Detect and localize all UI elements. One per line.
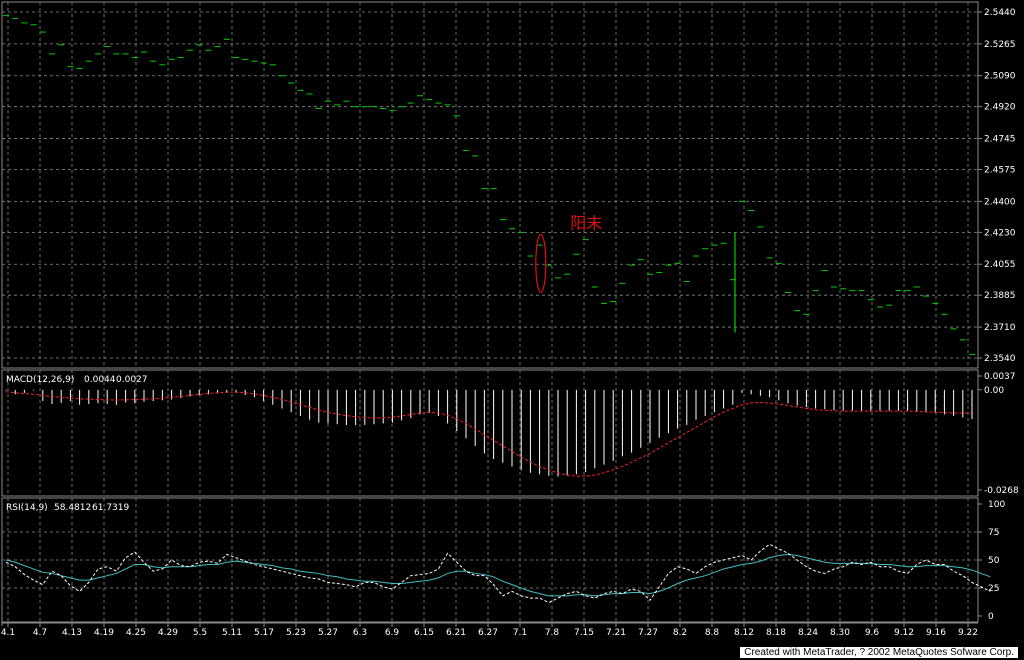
x-tick-label: 8.24 [798,628,818,638]
x-tick-label: 6.3 [353,628,367,638]
x-tick-label: 8.8 [705,628,720,638]
macd-y-label: 0.00 [984,386,1004,396]
x-tick-label: 4.1 [1,628,15,638]
x-tick-label: 7.1 [513,628,527,638]
price-y-label: 2.3885 [984,291,1016,301]
x-tick-label: 5.11 [222,628,242,638]
rsi-y-label: 75 [988,528,999,538]
macd-value-2: 0.0027 [116,375,148,385]
price-y-label: 2.5090 [984,72,1016,82]
macd-signal-line [5,391,972,477]
price-y-label: 2.4745 [984,135,1016,145]
x-tick-label: 6.15 [414,628,434,638]
rsi-y-label: 0 [988,612,994,622]
price-y-label: 2.4230 [984,228,1016,238]
price-y-label: 2.4920 [984,103,1016,113]
price-y-label: 2.3710 [984,323,1016,333]
panel-frame-macd [1,369,979,497]
x-tick-label: 4.29 [158,628,178,638]
x-tick-label: 5.5 [193,628,207,638]
x-tick-label: 5.23 [286,628,306,638]
x-tick-label: 8.18 [766,628,786,638]
rsi-y-label: 100 [988,500,1005,510]
price-y-label: 2.5265 [984,40,1016,50]
price-y-label: 2.3540 [984,354,1016,364]
price-y-label: 2.5440 [984,8,1016,18]
rsi-title: RSI(14,9) [6,503,48,513]
x-tick-label: 4.7 [33,628,47,638]
x-tick-label: 7.15 [574,628,594,638]
price-y-label: 2.4575 [984,166,1016,176]
annotation-text: 阳末 [570,214,602,233]
rsi-y-label: 25 [988,584,999,594]
metatrader-chart: 4.1 4.7 4.13 4.19 4.25 4.29 5.5 5.11 5.17 5.23 5.2… [0,0,1024,660]
price-y-label: 2.4055 [984,260,1016,270]
footer-credit: Created with MetaTrader, ? 2002 MetaQuot… [740,647,1018,658]
macd-title: MACD(12,26,9) [6,375,74,385]
x-tick-label: 5.27 [318,628,338,638]
x-tick-label: 9.6 [865,628,880,638]
x-tick-label: 9.22 [958,628,978,638]
rsi-main-line [5,543,991,604]
x-tick-label: 6.9 [385,628,400,638]
x-tick-label: 7.27 [638,628,658,638]
x-tick-label: 8.12 [734,628,754,638]
x-tick-label: 4.25 [126,628,146,638]
x-tick-label: 9.12 [894,628,914,638]
macd-y-label: -0.0268 [984,486,1019,496]
x-tick-label: 9.16 [926,628,946,638]
x-tick-label: 5.17 [254,628,274,638]
chart-canvas[interactable]: 4.1 4.7 4.13 4.19 4.25 4.29 5.5 5.11 5.17 5.23 5.2… [0,0,1024,660]
x-tick-label: 6.27 [478,628,498,638]
rsi-y-label: 50 [988,556,1000,566]
x-tick-label: 4.13 [62,628,82,638]
x-tick-label: 7.21 [606,628,626,638]
macd-value-1: 0.0044 [84,375,116,385]
rsi-value-2: 61.7319 [92,503,129,513]
panel-frame-price [1,1,979,369]
price-y-label: 2.4400 [984,197,1016,207]
rsi-value-1: 58.4812 [54,503,91,513]
x-tick-label: 8.30 [830,628,850,638]
x-tick-label: 8.2 [673,628,687,638]
macd-y-label: 0.0037 [984,372,1016,382]
x-tick-label: 7.8 [545,628,560,638]
x-tick-label: 6.21 [446,628,466,638]
annotation-oval [535,233,547,293]
x-tick-label: 4.19 [94,628,114,638]
